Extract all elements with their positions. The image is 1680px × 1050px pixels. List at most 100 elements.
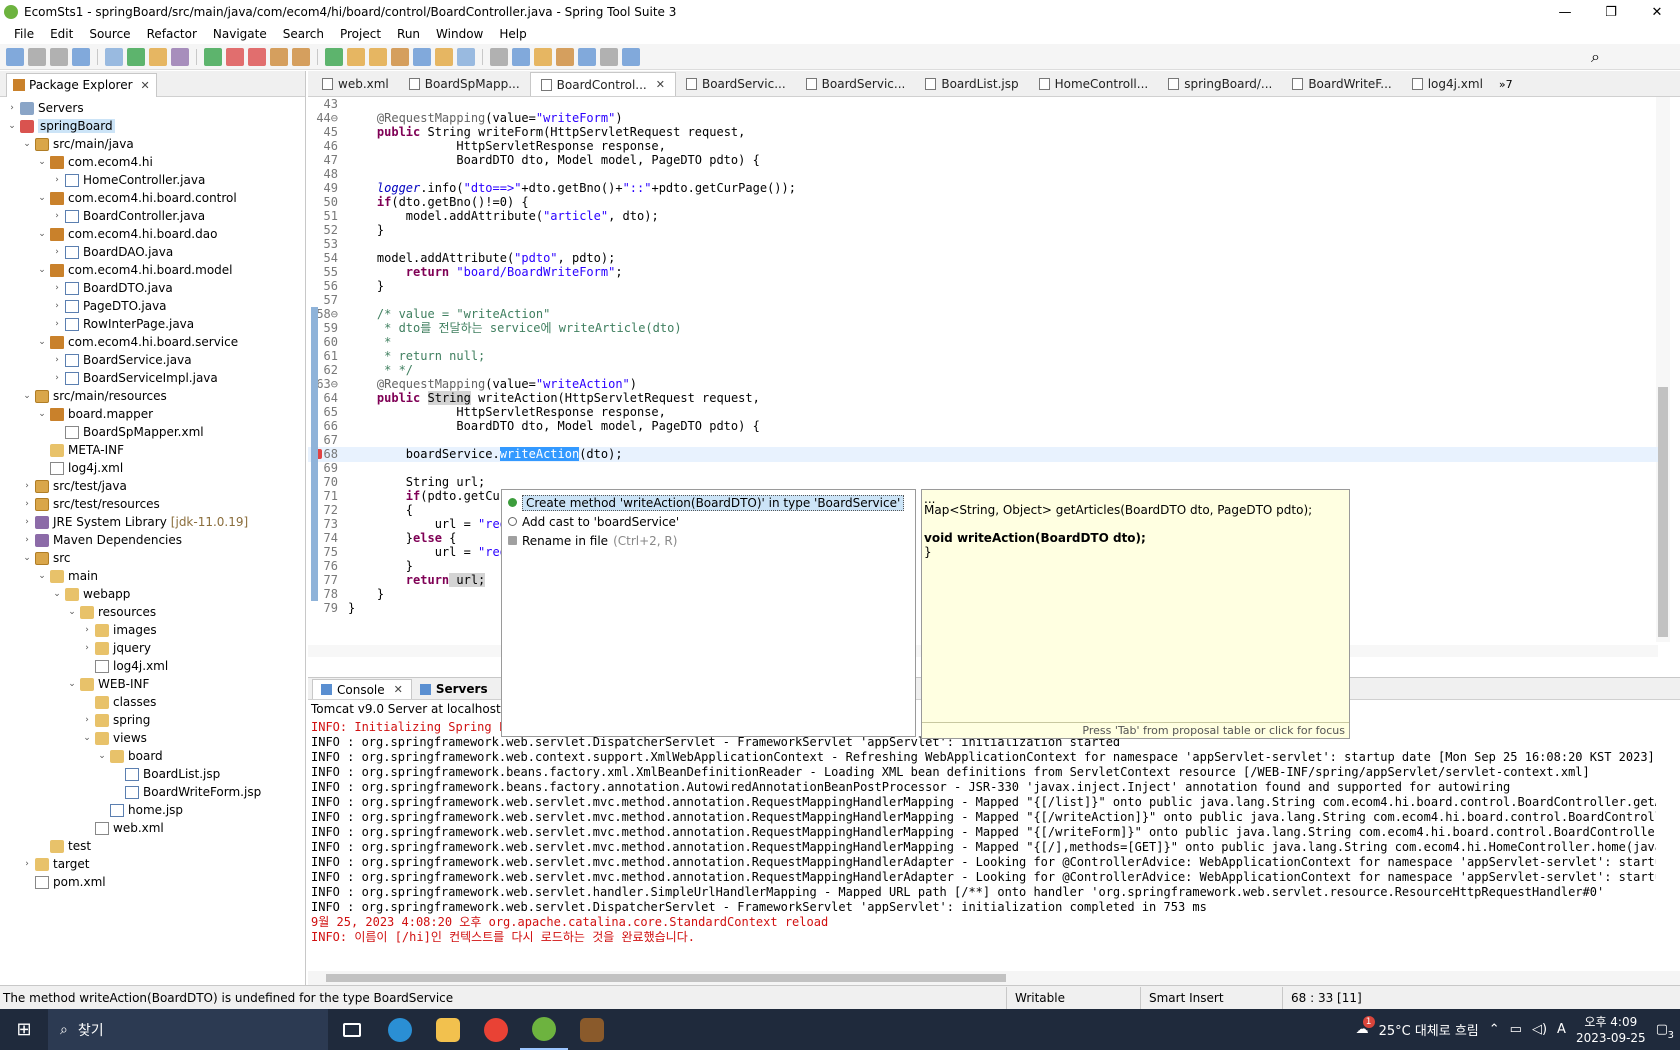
toolbar-button-icon[interactable] (369, 47, 387, 66)
chevron-down-icon[interactable]: ⌄ (36, 193, 48, 203)
tree-item[interactable]: ⌄ com.ecom4.hi.board.service (0, 333, 305, 351)
editor-tab[interactable]: BoardControl... ✕ (529, 72, 676, 96)
toolbar-button-icon[interactable] (534, 47, 552, 66)
quickfix-proposal-list[interactable]: Create method 'writeAction(BoardDTO)' in… (501, 489, 916, 737)
tree-item[interactable]: BoardSpMapper.xml (0, 423, 305, 441)
chevron-right-icon[interactable]: › (21, 499, 33, 509)
more-tabs-button[interactable]: »7 (1499, 72, 1513, 96)
tree-item[interactable]: › BoardService.java (0, 351, 305, 369)
tree-item[interactable]: ⌄ com.ecom4.hi.board.control (0, 189, 305, 207)
tree-item[interactable]: › BoardController.java (0, 207, 305, 225)
chevron-down-icon[interactable]: ⌄ (36, 229, 48, 239)
chevron-right-icon[interactable]: › (51, 355, 63, 365)
close-icon[interactable]: ✕ (141, 79, 150, 92)
tree-item[interactable]: home.jsp (0, 801, 305, 819)
chevron-right-icon[interactable]: › (51, 283, 63, 293)
chevron-down-icon[interactable]: ⌄ (6, 121, 18, 131)
chevron-down-icon[interactable]: ⌄ (66, 607, 78, 617)
chevron-right-icon[interactable]: › (6, 103, 18, 113)
toolbar-button-icon[interactable] (391, 47, 409, 66)
tree-item[interactable]: BoardWriteForm.jsp (0, 783, 305, 801)
tree-item[interactable]: ⌄ views (0, 729, 305, 747)
chevron-down-icon[interactable]: ⌄ (21, 391, 33, 401)
chevron-right-icon[interactable]: › (51, 247, 63, 257)
tree-item[interactable]: ⌄ src/main/java (0, 135, 305, 153)
tree-item[interactable]: › Maven Dependencies (0, 531, 305, 549)
tree-item[interactable]: classes (0, 693, 305, 711)
chrome-icon[interactable] (472, 1009, 520, 1050)
toolbar-button-icon[interactable] (622, 47, 640, 66)
console-horizontal-scrollbar[interactable] (308, 971, 1680, 985)
tree-item[interactable]: › src/test/resources (0, 495, 305, 513)
editor-tab[interactable]: BoardList.jsp (915, 72, 1028, 96)
chevron-right-icon[interactable]: › (81, 625, 93, 635)
chevron-down-icon[interactable]: ⌄ (51, 589, 63, 599)
tree-item[interactable]: ⌄ board (0, 747, 305, 765)
chevron-right-icon[interactable]: › (81, 643, 93, 653)
tab-package-explorer[interactable]: Package Explorer ✕ (6, 72, 157, 97)
tree-item[interactable]: › Servers (0, 99, 305, 117)
tree-item[interactable]: ⌄ src (0, 549, 305, 567)
chevron-down-icon[interactable]: ⌄ (36, 337, 48, 347)
tree-item[interactable]: › images (0, 621, 305, 639)
tree-item[interactable]: log4j.xml (0, 459, 305, 477)
toolbar-button-icon[interactable] (325, 47, 343, 66)
chevron-right-icon[interactable]: › (21, 535, 33, 545)
close-icon[interactable]: ✕ (394, 683, 403, 696)
weather-text[interactable]: 25°C 대체로 흐림 (1379, 1020, 1479, 1039)
toolbar-button-icon[interactable] (105, 47, 123, 66)
tree-item[interactable]: ⌄ board.mapper (0, 405, 305, 423)
notification-icon[interactable]: ▢ 3 (1656, 1022, 1674, 1041)
toolbar-button-icon[interactable] (512, 47, 530, 66)
close-icon[interactable]: ✕ (656, 78, 665, 91)
search-icon[interactable]: ⌕ (1591, 47, 1600, 67)
editor-tab[interactable]: HomeControll... (1029, 72, 1159, 96)
quickfix-proposal[interactable]: Add cast to 'boardService' (502, 512, 915, 531)
tree-item[interactable]: pom.xml (0, 873, 305, 891)
chevron-down-icon[interactable]: ⌄ (96, 751, 108, 761)
chevron-right-icon[interactable]: › (51, 175, 63, 185)
menu-run[interactable]: Run (389, 27, 428, 41)
chevron-down-icon[interactable]: ⌄ (66, 679, 78, 689)
chevron-right-icon[interactable]: › (21, 517, 33, 527)
tree-item[interactable]: ⌄ src/main/resources (0, 387, 305, 405)
toolbar-button-icon[interactable] (28, 47, 46, 66)
toolbar-button-icon[interactable] (127, 47, 145, 66)
network-icon[interactable]: ▭ (1510, 1022, 1522, 1037)
menu-file[interactable]: File (6, 27, 42, 41)
chevron-down-icon[interactable]: ⌄ (21, 139, 33, 149)
tree-item[interactable]: › src/test/java (0, 477, 305, 495)
tree-item[interactable]: › BoardDAO.java (0, 243, 305, 261)
close-window-button[interactable]: ✕ (1634, 0, 1680, 24)
menu-refactor[interactable]: Refactor (139, 27, 205, 41)
toolbar-button-icon[interactable] (171, 47, 189, 66)
chevron-right-icon[interactable]: › (51, 373, 63, 383)
ime-indicator[interactable]: A (1557, 1022, 1566, 1037)
tree-item[interactable]: ⌄ com.ecom4.hi (0, 153, 305, 171)
editor-vertical-scrollbar[interactable] (1656, 97, 1670, 642)
toolbar-button-icon[interactable] (600, 47, 618, 66)
tree-item[interactable]: ⌄ resources (0, 603, 305, 621)
chevron-right-icon[interactable]: › (81, 715, 93, 725)
restore-button[interactable]: ❐ (1588, 0, 1634, 24)
menu-help[interactable]: Help (491, 27, 534, 41)
edge-icon[interactable] (376, 1009, 424, 1050)
toolbar-button-icon[interactable] (72, 47, 90, 66)
chevron-up-icon[interactable]: ⌃ (1489, 1022, 1500, 1037)
tree-item[interactable]: log4j.xml (0, 657, 305, 675)
toolbar-button-icon[interactable] (6, 47, 24, 66)
tree-item[interactable]: › jquery (0, 639, 305, 657)
chevron-right-icon[interactable]: › (51, 211, 63, 221)
toolbar-button-icon[interactable] (292, 47, 310, 66)
tree-item[interactable]: › HomeController.java (0, 171, 305, 189)
editor-tab[interactable]: BoardServic... (796, 72, 916, 96)
sts-taskbar-icon[interactable] (520, 1009, 568, 1050)
volume-icon[interactable]: ◁) (1532, 1022, 1547, 1037)
tree-item[interactable]: › target (0, 855, 305, 873)
tree-item[interactable]: › BoardServiceImpl.java (0, 369, 305, 387)
task-view-icon[interactable] (328, 1009, 376, 1050)
tree-item[interactable]: › RowInterPage.java (0, 315, 305, 333)
toolbar-button-icon[interactable] (226, 47, 244, 66)
clock[interactable]: 오후 4:09 2023-09-25 (1576, 1014, 1646, 1046)
chevron-down-icon[interactable]: ⌄ (36, 265, 48, 275)
